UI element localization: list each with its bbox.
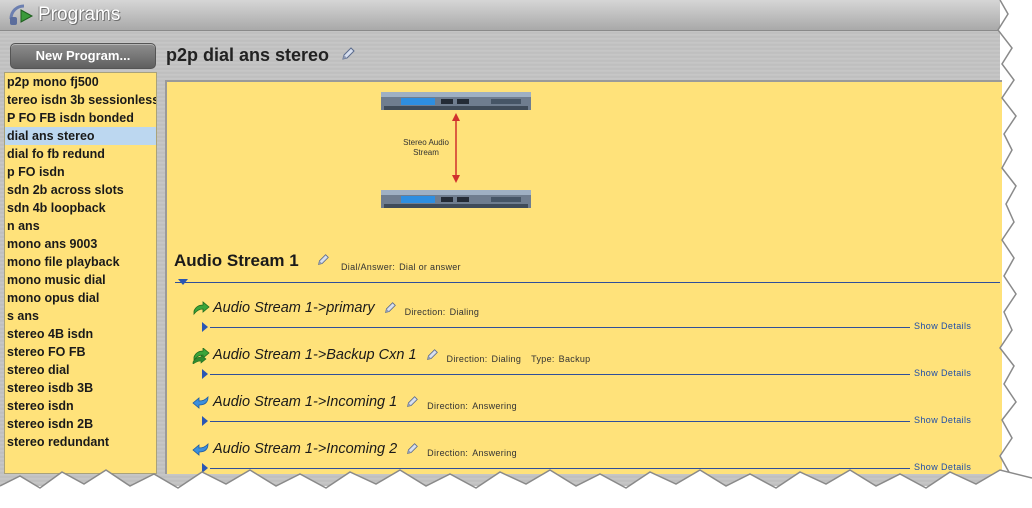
expand-toggle[interactable] — [202, 322, 208, 332]
edit-pencil-icon[interactable] — [425, 348, 439, 362]
connection-divider — [210, 374, 910, 375]
edit-pencil-icon[interactable] — [405, 395, 419, 409]
window-title: Programs — [38, 4, 121, 25]
program-list-item[interactable]: stereo redundant — [5, 433, 156, 451]
program-list-item[interactable]: stereo dial — [5, 361, 156, 379]
connection-divider — [210, 327, 910, 328]
edit-pencil-icon[interactable] — [405, 442, 419, 456]
program-list-item[interactable]: tereo isdn 3b sessionless — [5, 91, 156, 109]
direction-value: Dialing — [491, 354, 522, 364]
program-list-item[interactable]: stereo isdn — [5, 397, 156, 415]
edit-pencil-icon[interactable] — [383, 301, 397, 315]
program-list-item[interactable]: sdn 4b loopback — [5, 199, 156, 217]
program-list-item[interactable]: mono ans 9003 — [5, 235, 156, 253]
show-details-link[interactable]: Show Details — [914, 462, 971, 472]
show-details-link[interactable]: Show Details — [914, 368, 971, 378]
answer-arrow-icon — [192, 396, 209, 409]
stream-label: Stereo Audio Stream — [403, 138, 449, 157]
expand-toggle[interactable] — [202, 369, 208, 379]
connection-divider — [210, 421, 910, 422]
program-list-item[interactable]: mono opus dial — [5, 289, 156, 307]
answer-arrow-icon — [192, 443, 209, 456]
connection-title: Audio Stream 1->Incoming 2 — [213, 441, 398, 457]
program-detail-panel — [165, 80, 1002, 474]
audio-stream-title: Audio Stream 1 — [174, 251, 299, 270]
connection-details: Direction: Answering — [427, 401, 517, 411]
program-list-item[interactable]: stereo 4B isdn — [5, 325, 156, 343]
program-list-item[interactable]: stereo FO FB — [5, 343, 156, 361]
program-list-item[interactable]: mono music dial — [5, 271, 156, 289]
direction-label: Direction: — [427, 401, 469, 411]
program-list-item[interactable]: P FO FB isdn bonded — [5, 109, 156, 127]
collapse-toggle[interactable] — [178, 279, 188, 285]
program-title: p2p dial ans stereo — [166, 45, 330, 65]
connection-details: Direction: Answering — [427, 448, 517, 458]
direction-value: Answering — [472, 448, 517, 458]
program-list-item[interactable]: mono file playback — [5, 253, 156, 271]
program-list-item[interactable]: s ans — [5, 307, 156, 325]
type-label: Type: — [531, 354, 555, 364]
new-program-button[interactable]: New Program... — [10, 43, 156, 69]
type-value: Backup — [558, 354, 591, 364]
dial-answer-value: Dial or answer — [399, 262, 461, 272]
show-details-link[interactable]: Show Details — [914, 321, 971, 331]
connection-details: Direction: Dialing Type: Backup — [447, 354, 591, 364]
program-list-item[interactable]: sdn 2b across slots — [5, 181, 156, 199]
title-bar: Programs — [0, 0, 1000, 31]
direction-value: Answering — [472, 401, 517, 411]
codec-device-icon — [381, 190, 531, 208]
dial-arrow-icon — [193, 301, 210, 316]
programs-app-icon — [9, 4, 34, 25]
direction-label: Direction: — [427, 448, 469, 458]
program-list-item[interactable]: p FO isdn — [5, 163, 156, 181]
program-list-item[interactable]: stereo isdn 2B — [5, 415, 156, 433]
connection-title: Audio Stream 1->Backup Cxn 1 — [213, 347, 417, 363]
direction-value: Dialing — [449, 307, 480, 317]
connection-title: Audio Stream 1->Incoming 1 — [213, 394, 398, 410]
connection-details: Direction: Dialing — [405, 307, 480, 317]
backup-dial-icon — [192, 348, 210, 364]
dial-answer-label: Dial/Answer: — [341, 262, 396, 272]
edit-pencil-icon[interactable] — [340, 46, 356, 62]
section-divider — [175, 282, 1000, 283]
program-list-item[interactable]: dial ans stereo — [5, 127, 156, 145]
edit-pencil-icon[interactable] — [316, 253, 330, 267]
program-list-item[interactable]: p2p mono fj500 — [5, 73, 156, 91]
connection-divider — [210, 468, 910, 469]
direction-label: Direction: — [446, 354, 488, 364]
expand-toggle[interactable] — [202, 463, 208, 473]
program-list-item[interactable]: n ans — [5, 217, 156, 235]
connection-title: Audio Stream 1->primary — [213, 300, 375, 316]
direction-label: Direction: — [404, 307, 446, 317]
program-list: p2p mono fj500 tereo isdn 3b sessionless P… — [4, 72, 157, 474]
codec-device-icon — [381, 92, 531, 110]
show-details-link[interactable]: Show Details — [914, 415, 971, 425]
expand-toggle[interactable] — [202, 416, 208, 426]
dial-answer-field: Dial/Answer: Dial or answer — [341, 262, 461, 272]
program-list-item[interactable]: stereo isdb 3B — [5, 379, 156, 397]
program-list-item[interactable]: dial fo fb redund — [5, 145, 156, 163]
